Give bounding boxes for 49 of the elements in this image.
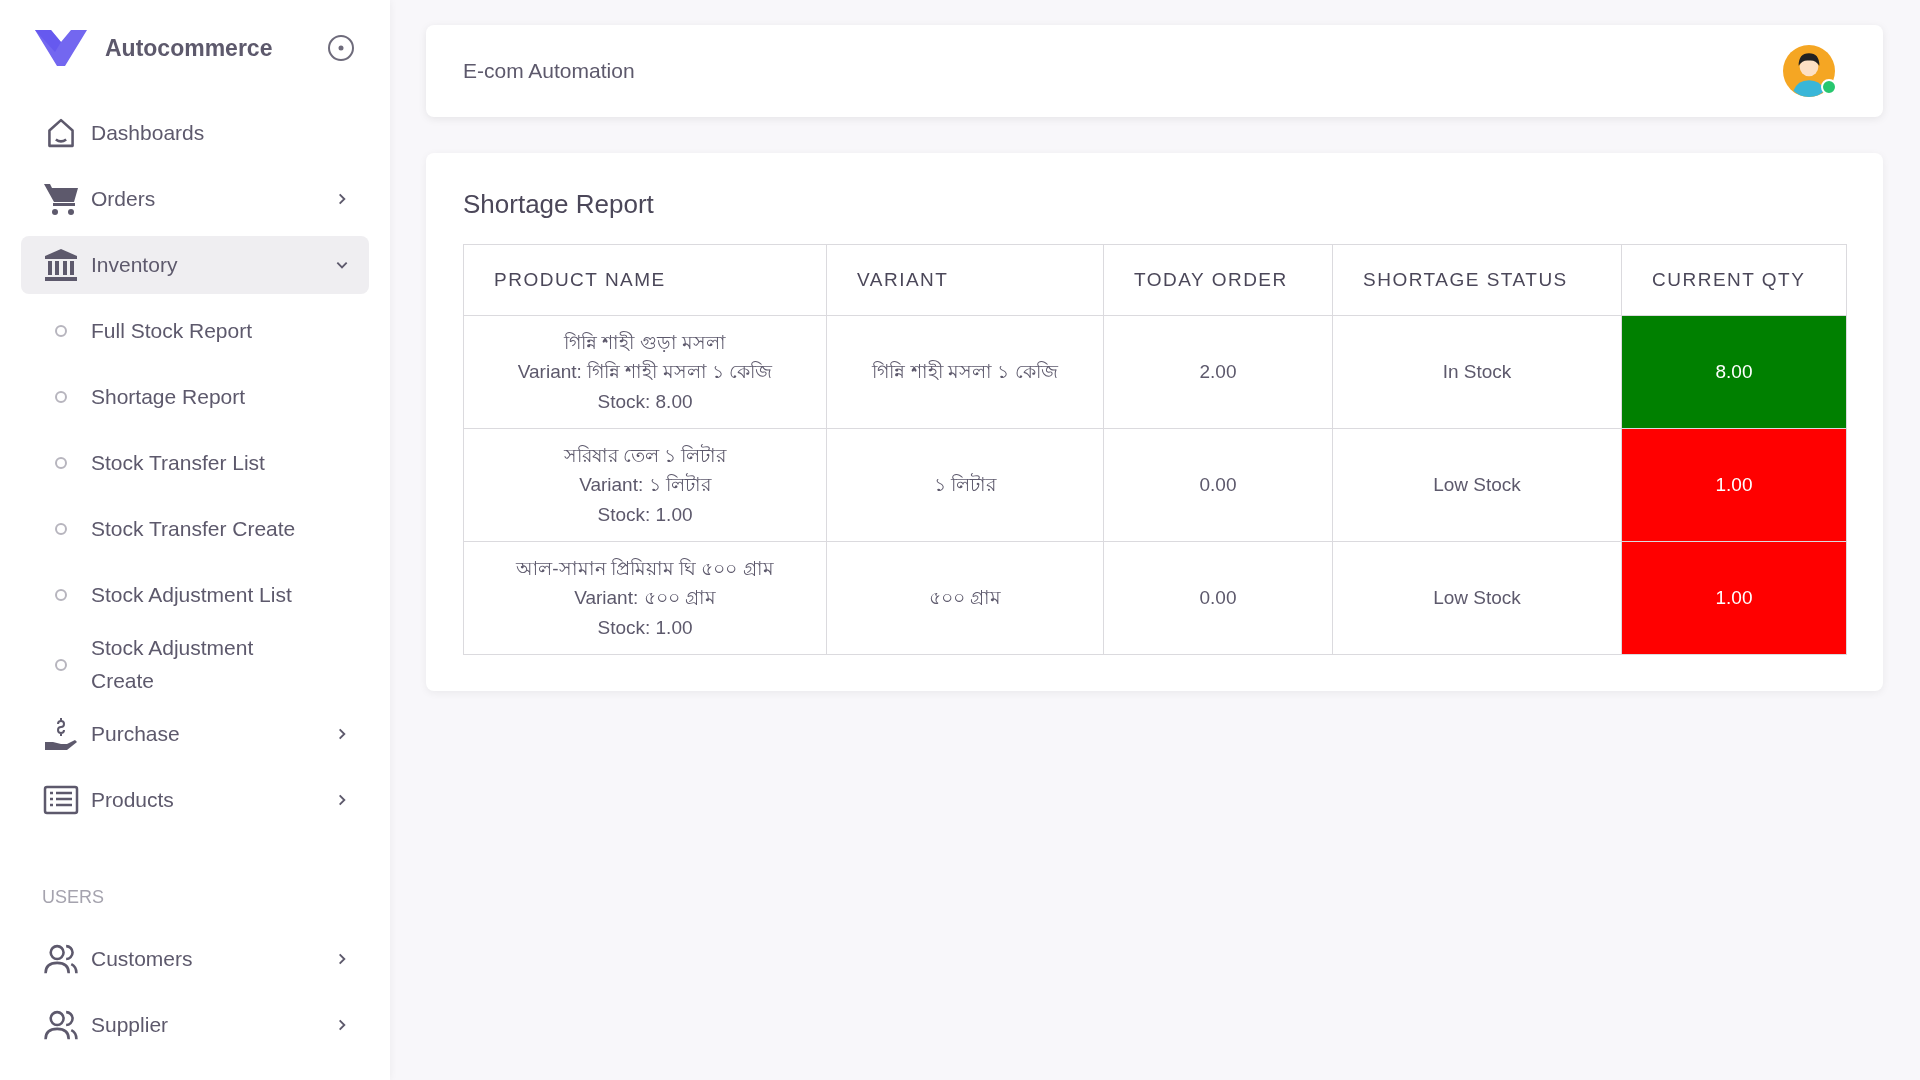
table-cell: গিন্নি শাহী মসলা ১ কেজি <box>826 315 1104 429</box>
nav-item[interactable]: Customers <box>21 930 369 989</box>
bank-icon <box>43 247 79 283</box>
circle-icon <box>55 457 67 469</box>
nav-subitem[interactable]: Full Stock Report <box>21 302 369 360</box>
nav-item[interactable]: Dashboards <box>21 104 369 162</box>
nav-item[interactable]: Purchase <box>21 705 369 764</box>
hand-dollar-icon <box>43 716 79 753</box>
quantity-cell: 8.00 <box>1621 315 1847 429</box>
table-cell: 0.00 <box>1103 541 1333 655</box>
brand-name: Autocommerce <box>105 34 274 62</box>
nav-subitem[interactable]: Shortage Report <box>21 368 369 426</box>
nav-item[interactable]: Inventory <box>21 236 369 294</box>
nav-subitem[interactable]: Stock Adjustment List <box>21 566 369 624</box>
quantity-cell: 1.00 <box>1621 541 1847 655</box>
circle-icon <box>55 658 67 671</box>
quantity-cell: 1.00 <box>1621 428 1847 542</box>
nav-item[interactable]: Supplier <box>21 996 369 1055</box>
logo-icon <box>35 30 87 66</box>
circle-icon <box>55 391 67 403</box>
table-cell: 0.00 <box>1103 428 1333 542</box>
avatar[interactable] <box>1783 45 1835 97</box>
sidebar-toggle-icon[interactable] <box>327 34 355 62</box>
page-title: E-com Automation <box>463 59 635 83</box>
column-header: PRODUCT NAME <box>463 244 827 316</box>
column-header: SHORTAGE STATUS <box>1332 244 1622 316</box>
column-header: TODAY ORDER <box>1103 244 1333 316</box>
table-cell: ১ লিটার <box>826 428 1104 542</box>
product-cell: সরিষার তেল ১ লিটার Variant: ১ লিটার Stock: 1.00 <box>463 428 827 542</box>
nav-item[interactable]: Orders <box>21 170 369 228</box>
product-cell: গিন্নি শাহী গুড়া মসলা Variant: গিন্নি শাহী মসলা ১ কেজি Stock: 8.00 <box>463 315 827 429</box>
nav-subitem[interactable]: Stock Transfer Create <box>21 500 369 558</box>
circle-icon <box>55 589 67 601</box>
section-heading: USERS <box>41 886 105 910</box>
table-cell: Low Stock <box>1332 428 1622 542</box>
table-cell: In Stock <box>1332 315 1622 429</box>
column-header: CURRENT QTY <box>1621 244 1847 316</box>
table-cell: Low Stock <box>1332 541 1622 655</box>
table-cell: 2.00 <box>1103 315 1333 429</box>
cart-icon <box>43 181 79 217</box>
nav-subitem[interactable]: Stock Transfer List <box>21 434 369 492</box>
nav-item[interactable]: Products <box>21 771 369 830</box>
column-header: VARIANT <box>826 244 1104 316</box>
table-cell: ৫০০ গ্রাম <box>826 541 1104 655</box>
report-title: Shortage Report <box>463 189 655 220</box>
product-cell: আল-সামান প্রিমিয়াম ঘি ৫০০ গ্রাম Variant: ৫০০ গ্রাম Stock: 1.00 <box>463 541 827 655</box>
circle-icon <box>55 523 67 535</box>
circle-icon <box>55 325 67 337</box>
nav-subitem[interactable]: Stock Adjustment Create <box>21 632 369 698</box>
